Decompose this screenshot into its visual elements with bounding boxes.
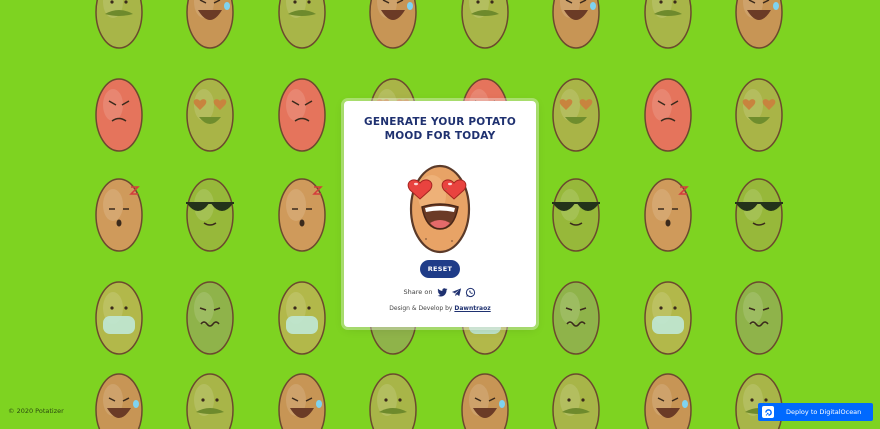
background-potato [552,0,600,49]
background-potato [186,0,234,49]
background-potato [735,281,783,355]
background-potato [95,78,143,152]
background-potato [278,0,326,49]
background-potato [735,78,783,152]
background-potato [644,78,692,152]
background-potato [552,178,600,252]
background-potato [278,373,326,429]
background-potato [552,281,600,355]
background-potato [95,0,143,49]
mood-card: GENERATE YOUR POTATO MOOD FOR TODAY RESE… [344,101,536,327]
deploy-label: Deploy to DigitalOcean [786,408,862,416]
background-potato [552,373,600,429]
background-potato [278,78,326,152]
background-potato [461,373,509,429]
share-row: Share on [344,286,536,298]
copyright-text: © 2020 Potatizer [8,407,64,415]
background-potato [552,78,600,152]
background-potato [735,178,783,252]
background-potato [95,178,143,252]
title-line-1: GENERATE YOUR POTATO [364,116,516,128]
share-label: Share on [403,288,433,296]
potato-mood-illustration [407,164,471,254]
page-title: GENERATE YOUR POTATO MOOD FOR TODAY [344,115,536,143]
background-potato [369,373,417,429]
reset-button[interactable]: RESET [420,260,460,278]
background-potato [186,78,234,152]
background-potato [644,178,692,252]
background-potato [278,178,326,252]
background-potato [95,281,143,355]
background-potato [461,0,509,49]
author-link[interactable]: Dawntraoz [454,305,490,312]
deploy-digitalocean-button[interactable]: Deploy to DigitalOcean [758,403,873,421]
background-potato [644,281,692,355]
background-potato [186,373,234,429]
digitalocean-icon [762,406,774,418]
whatsapp-icon[interactable] [465,287,476,298]
credit-prefix: Design & Develop by [389,305,453,312]
background-potato [186,281,234,355]
background-potato [644,373,692,429]
background-potato [735,0,783,49]
background-potato [369,0,417,49]
twitter-icon[interactable] [437,287,448,298]
background-potato [186,178,234,252]
credit-line: Design & Develop by Dawntraoz [344,305,536,312]
background-potato [278,281,326,355]
title-line-2: MOOD FOR TODAY [384,130,496,142]
background-potato [644,0,692,49]
telegram-icon[interactable] [451,287,462,298]
background-potato [95,373,143,429]
